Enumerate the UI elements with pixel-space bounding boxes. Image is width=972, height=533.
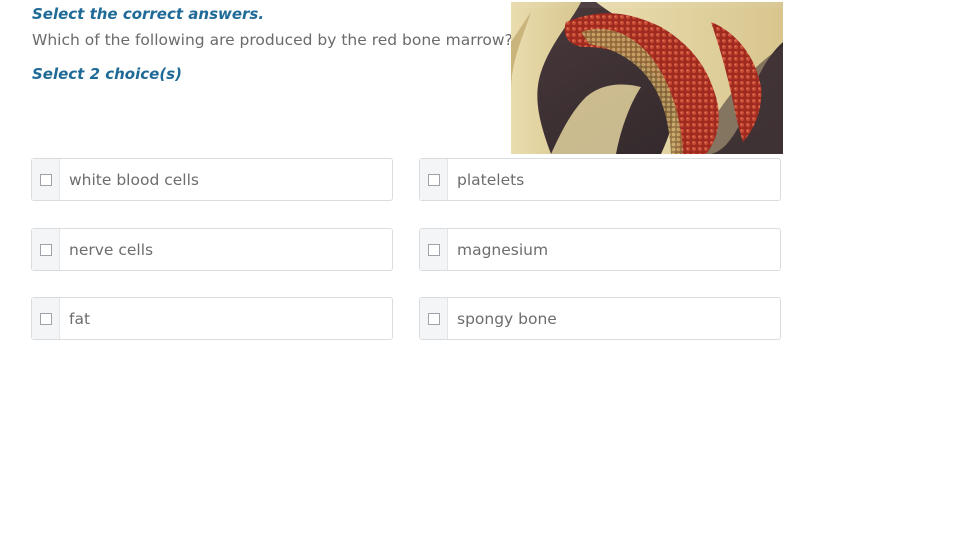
checkbox-cell (32, 298, 60, 339)
checkbox-cell (32, 229, 60, 270)
choice-count-text: Select 2 choice(s) (32, 65, 182, 83)
checkbox[interactable] (427, 312, 440, 325)
option-magnesium[interactable]: magnesium (419, 228, 781, 271)
option-label: white blood cells (69, 170, 199, 189)
question-text: Which of the following are produced by t… (32, 31, 513, 49)
option-label: platelets (457, 170, 525, 189)
option-fat[interactable]: fat (31, 297, 393, 340)
question-page: Select the correct answers. Which of the… (0, 0, 972, 533)
checkbox-cell (32, 159, 60, 200)
option-label: spongy bone (457, 309, 557, 328)
option-platelets[interactable]: platelets (419, 158, 781, 201)
option-spongy-bone[interactable]: spongy bone (419, 297, 781, 340)
checkbox[interactable] (39, 312, 52, 325)
option-label: nerve cells (69, 240, 154, 259)
option-white-blood-cells[interactable]: white blood cells (31, 158, 393, 201)
option-nerve-cells[interactable]: nerve cells (31, 228, 393, 271)
bone-marrow-image (511, 2, 783, 154)
checkbox-cell (420, 298, 448, 339)
option-label: fat (69, 309, 91, 328)
checkbox[interactable] (39, 173, 52, 186)
checkbox-cell (420, 229, 448, 270)
checkbox[interactable] (427, 173, 440, 186)
instruction-text: Select the correct answers. (32, 5, 265, 23)
checkbox[interactable] (427, 243, 440, 256)
option-label: magnesium (457, 240, 549, 259)
checkbox[interactable] (39, 243, 52, 256)
checkbox-cell (420, 159, 448, 200)
